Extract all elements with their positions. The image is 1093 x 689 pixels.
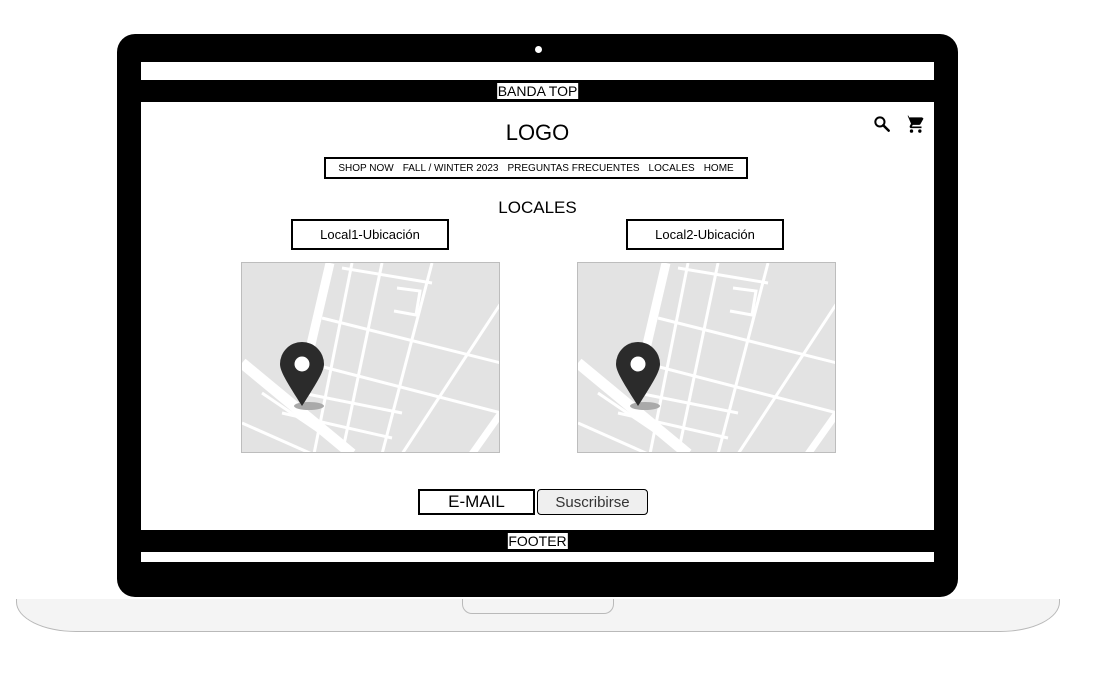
subscribe-button[interactable]: Suscribirse [537,489,648,515]
search-icon[interactable] [872,114,892,134]
map-image [578,263,835,452]
logo[interactable]: LOGO [141,120,934,146]
header-icons [872,114,924,134]
nav-item-fall-winter[interactable]: FALL / WINTER 2023 [403,163,499,174]
email-field[interactable] [418,489,535,515]
map-location-2[interactable] [577,262,836,453]
top-banner: BANDA TOP [141,80,934,102]
laptop-notch [462,599,614,614]
map-image [242,263,499,452]
screen: BANDA TOP LOGO SHOP NOW FALL / WINTER 20… [141,62,934,562]
main-nav: SHOP NOW FALL / WINTER 2023 PREGUNTAS FR… [324,157,748,179]
footer: FOOTER [141,530,934,552]
top-banner-label: BANDA TOP [496,83,579,99]
page-title: LOCALES [498,198,577,217]
nav-item-shop-now[interactable]: SHOP NOW [338,163,393,174]
nav-item-home[interactable]: HOME [704,163,734,174]
map-location-1[interactable] [241,262,500,453]
footer-label: FOOTER [507,533,568,549]
nav-item-faq[interactable]: PREGUNTAS FRECUENTES [507,163,639,174]
cart-icon[interactable] [904,114,924,134]
nav-item-locales[interactable]: LOCALES [649,163,695,174]
camera-dot [535,46,542,53]
location-1-button[interactable]: Local1-Ubicación [291,219,449,250]
location-2-button[interactable]: Local2-Ubicación [626,219,784,250]
